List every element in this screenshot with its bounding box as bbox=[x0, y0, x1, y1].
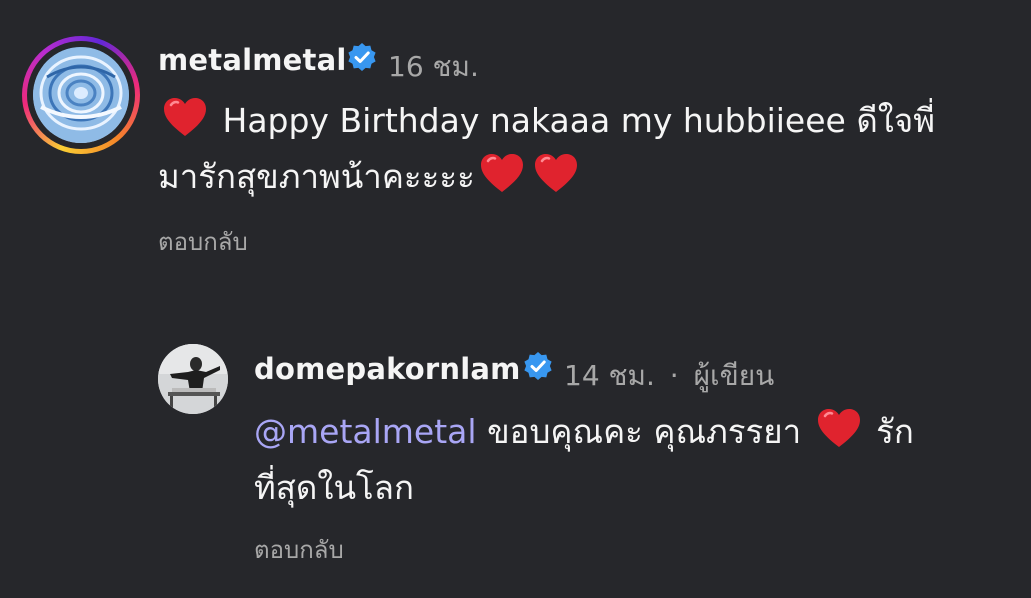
author-label: ผู้เขียน bbox=[693, 359, 775, 392]
avatar-image bbox=[158, 344, 228, 414]
meta-separator: · bbox=[669, 359, 679, 392]
reply-button[interactable]: ตอบกลับ bbox=[254, 530, 344, 569]
reply-username[interactable]: domepakornlam bbox=[254, 352, 521, 386]
avatar-gap bbox=[27, 41, 135, 149]
comment-timestamp: 16 ชม. bbox=[388, 50, 479, 83]
reply-timestamp: 14 ชม. bbox=[564, 359, 655, 392]
avatar-image bbox=[33, 47, 129, 143]
story-ring-avatar-metalmetal[interactable] bbox=[22, 36, 140, 154]
heart-emoji-icon bbox=[816, 407, 862, 449]
reply-text-part1: ขอบคุณคะ คุณภรรยา bbox=[487, 412, 802, 451]
comment-line-2: มารักสุขภาพน้าคะะะะ bbox=[158, 149, 1018, 205]
comment-text-line2: มารักสุขภาพน้าคะะะะ bbox=[158, 157, 475, 196]
reply-meta: 14 ชม. · ผู้เขียน bbox=[564, 354, 774, 398]
heart-emoji-icon bbox=[533, 152, 579, 194]
verified-badge-icon bbox=[522, 351, 554, 383]
reply-text-part2: รัก bbox=[876, 412, 914, 451]
comment-text: Happy Birthday nakaaa my hubbiieee ดีใจพ… bbox=[158, 93, 1018, 205]
heart-emoji-icon bbox=[162, 96, 208, 138]
reply-button[interactable]: ตอบกลับ bbox=[158, 222, 248, 261]
reply-text-line2: ที่สุดในโลก bbox=[254, 468, 414, 507]
reply-line-1: @metalmetal ขอบคุณคะ คุณภรรยา รัก bbox=[254, 404, 1014, 460]
comment-line-1: Happy Birthday nakaaa my hubbiieee ดีใจพ… bbox=[158, 93, 1018, 149]
avatar[interactable] bbox=[33, 47, 129, 143]
reply-text: @metalmetal ขอบคุณคะ คุณภรรยา รัก ที่สุด… bbox=[254, 404, 1014, 516]
comment-username[interactable]: metalmetal bbox=[158, 43, 347, 77]
avatar-domepakornlam[interactable] bbox=[158, 344, 228, 414]
reply-line-2: ที่สุดในโลก bbox=[254, 460, 1014, 516]
comment-text-line1: Happy Birthday nakaaa my hubbiieee ดีใจพ… bbox=[222, 101, 935, 140]
heart-emoji-icon bbox=[479, 152, 525, 194]
verified-badge-icon bbox=[346, 42, 378, 74]
comment-thread: metalmetal 16 ชม. Happy Birthday nakaaa … bbox=[0, 0, 1031, 598]
mention-link[interactable]: @metalmetal bbox=[254, 412, 477, 451]
